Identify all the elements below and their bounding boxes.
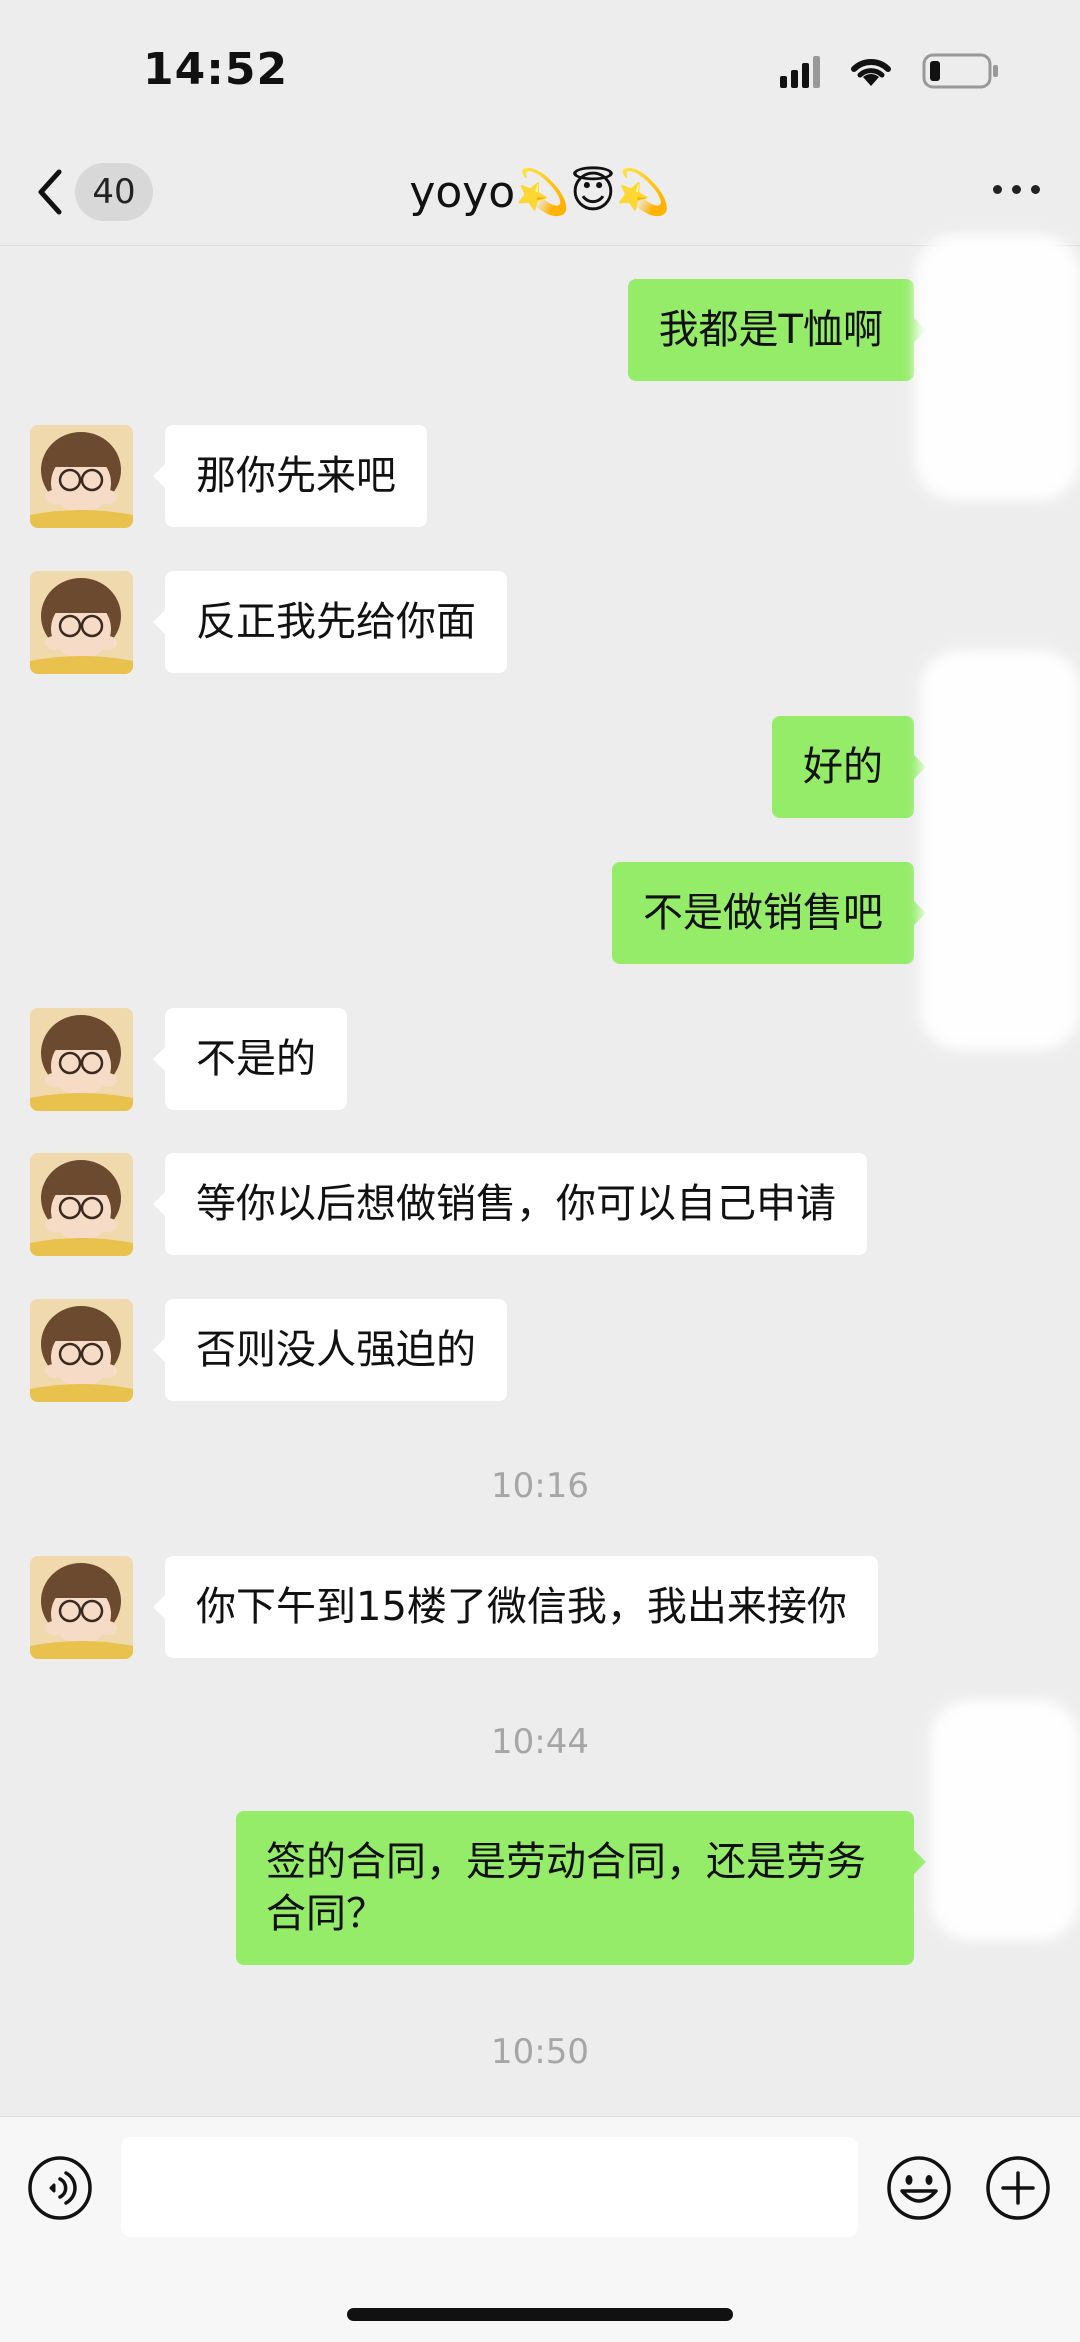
plus-icon [986,2156,1050,2220]
home-indicator [347,2308,733,2321]
redaction-smudge [920,650,1080,1050]
message-received: 不是的 [30,1008,347,1111]
message-bubble[interactable]: 那你先来吧 [153,425,427,527]
message-bubble[interactable]: 不是做销售吧 [612,862,926,964]
message-bubble[interactable]: 反正我先给你面 [153,571,507,673]
status-time: 14:52 [143,44,289,95]
message-sent: 我都是T恤啊 [627,279,927,381]
avatar[interactable] [30,1153,133,1256]
chat-title: yoyo💫😇💫 [409,167,671,218]
message-received: 等你以后想做销售，你可以自己申请 [30,1153,867,1256]
redaction-smudge [915,235,1080,500]
avatar[interactable] [30,571,133,674]
message-input[interactable] [121,2137,858,2237]
message-bubble[interactable]: 签的合同，是劳动合同，还是劳务合同？ [236,1811,926,1965]
emoji-button[interactable] [886,2155,952,2221]
timestamp: 10:44 [491,1722,589,1762]
message-sent: 好的 [772,716,926,818]
voice-icon [28,2156,92,2220]
timestamp: 10:16 [491,1466,589,1506]
avatar[interactable] [30,425,133,528]
status-bar: 14:52 [0,0,1080,145]
avatar[interactable] [30,1008,133,1111]
message-bubble[interactable]: 不是的 [153,1008,347,1110]
voice-button[interactable] [27,2155,93,2221]
cellular-signal-icon [780,54,820,88]
message-sent: 不是做销售吧 [612,862,926,964]
chat-header: 40 yoyo💫😇💫 [0,145,1080,246]
message-received: 你下午到15楼了微信我，我出来接你 [30,1556,878,1659]
more-options-button[interactable] [993,185,1040,194]
status-icons [780,52,1000,90]
battery-icon [922,52,1000,90]
plus-button[interactable] [985,2155,1051,2221]
avatar[interactable] [30,1299,133,1402]
message-bubble[interactable]: 否则没人强迫的 [153,1299,507,1401]
message-bubble[interactable]: 好的 [772,716,926,818]
message-received: 那你先来吧 [30,425,427,528]
redaction-smudge [930,1700,1080,1940]
message-bubble[interactable]: 等你以后想做销售，你可以自己申请 [153,1153,867,1255]
wifi-icon [848,54,894,88]
more-dot [1031,185,1040,194]
avatar[interactable] [30,1556,133,1659]
message-received: 否则没人强迫的 [30,1299,507,1402]
more-dots-icon [993,185,1002,194]
message-received: 反正我先给你面 [30,571,507,674]
message-sent: 签的合同，是劳动合同，还是劳务合同？ [236,1811,926,1965]
message-bubble[interactable]: 你下午到15楼了微信我，我出来接你 [153,1556,878,1658]
emoji-icon [887,2156,951,2220]
timestamp: 10:50 [491,2032,589,2072]
message-bubble[interactable]: 我都是T恤啊 [627,279,927,381]
more-dot [1012,185,1021,194]
